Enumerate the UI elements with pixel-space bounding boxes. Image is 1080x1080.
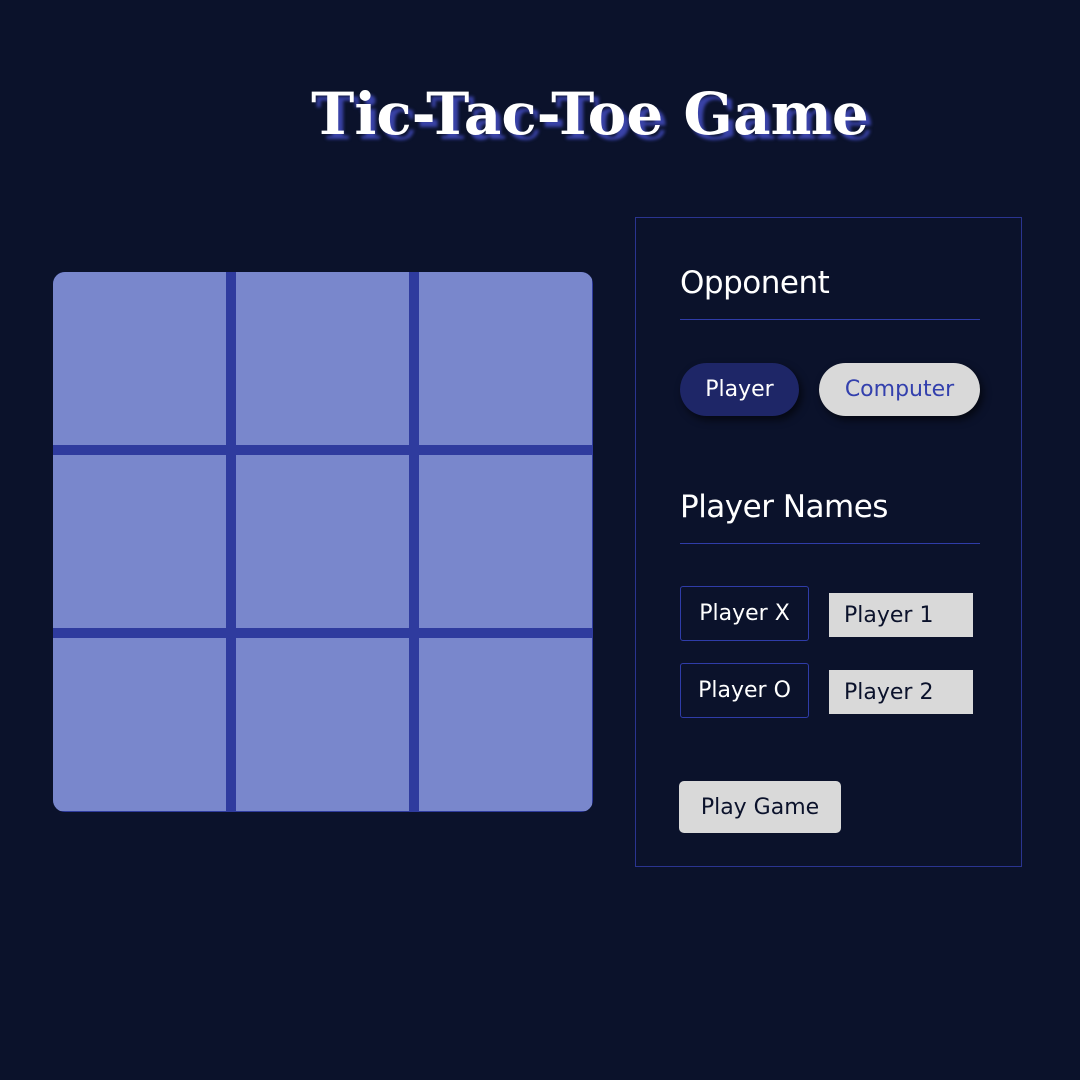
opponent-player-button[interactable]: Player bbox=[680, 363, 799, 416]
board-cell-1[interactable] bbox=[53, 272, 226, 445]
opponent-computer-button[interactable]: Computer bbox=[819, 363, 980, 416]
player-names-heading: Player Names bbox=[680, 489, 888, 525]
page-title: Tic-Tac-Toe Game bbox=[311, 80, 869, 148]
board-cell-5[interactable] bbox=[236, 455, 409, 628]
player-x-label: Player X bbox=[680, 586, 809, 641]
play-game-button[interactable]: Play Game bbox=[679, 781, 841, 833]
opponent-heading: Opponent bbox=[680, 265, 830, 301]
board-cell-2[interactable] bbox=[236, 272, 409, 445]
board-cell-6[interactable] bbox=[419, 455, 592, 628]
board-cell-8[interactable] bbox=[236, 638, 409, 811]
player-names-divider bbox=[680, 543, 980, 544]
player-o-name-input[interactable] bbox=[829, 670, 973, 714]
board-cell-4[interactable] bbox=[53, 455, 226, 628]
opponent-divider bbox=[680, 319, 980, 320]
player-o-label: Player O bbox=[680, 663, 809, 718]
game-board bbox=[53, 272, 593, 812]
settings-panel: Opponent Player Computer Player Names Pl… bbox=[635, 217, 1022, 867]
player-x-name-input[interactable] bbox=[829, 593, 973, 637]
board-cell-3[interactable] bbox=[419, 272, 592, 445]
board-cell-9[interactable] bbox=[419, 638, 592, 811]
board-cell-7[interactable] bbox=[53, 638, 226, 811]
